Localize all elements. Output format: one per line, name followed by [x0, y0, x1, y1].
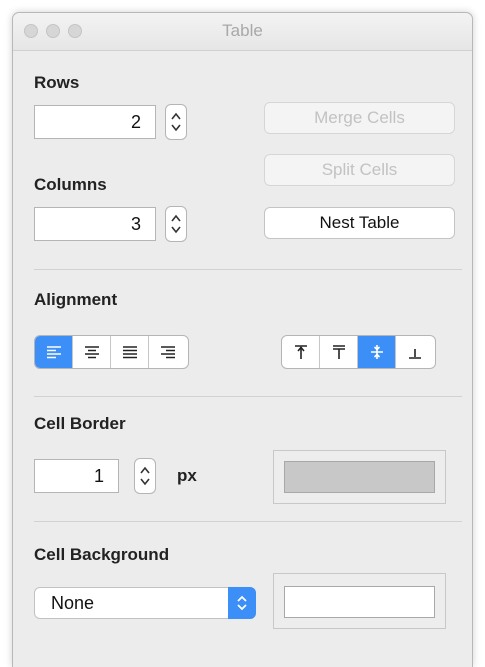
popup-arrows — [228, 587, 256, 619]
cell-background-selected: None — [51, 593, 95, 613]
split-cells-button[interactable]: Split Cells — [264, 154, 455, 186]
align-center-icon — [84, 346, 99, 359]
align-justify-icon — [122, 346, 137, 359]
columns-stepper[interactable] — [165, 206, 187, 242]
cell-border-stepper[interactable] — [134, 458, 156, 494]
window-title: Table — [222, 21, 263, 40]
columns-field[interactable]: 3 — [34, 207, 156, 241]
divider — [34, 521, 462, 522]
align-left-button[interactable] — [35, 336, 73, 368]
cell-background-popup[interactable]: None — [34, 587, 256, 619]
align-justify-button[interactable] — [111, 336, 149, 368]
horizontal-alignment-control — [34, 335, 189, 369]
align-baseline-icon — [332, 345, 345, 359]
align-middle-icon — [370, 345, 383, 359]
align-right-button[interactable] — [149, 336, 187, 368]
table-inspector-window: Table Rows 2 Columns 3 Merge Cells Split… — [12, 12, 473, 667]
vertical-alignment-control — [281, 335, 436, 369]
divider — [34, 396, 462, 397]
rows-label: Rows — [34, 73, 80, 92]
chevron-updown-icon — [237, 595, 247, 611]
merge-cells-button[interactable]: Merge Cells — [264, 102, 455, 134]
stepper-arrows-icon — [171, 214, 181, 234]
align-baseline-button[interactable] — [320, 336, 358, 368]
columns-label: Columns — [34, 175, 107, 194]
stepper-arrows-icon — [140, 466, 150, 486]
align-right-icon — [161, 346, 175, 359]
align-center-button[interactable] — [73, 336, 111, 368]
align-middle-button[interactable] — [358, 336, 396, 368]
align-bottom-button[interactable] — [396, 336, 434, 368]
title-bar[interactable]: Table — [13, 13, 472, 51]
cell-background-color-well[interactable] — [273, 573, 446, 629]
alignment-label: Alignment — [34, 290, 118, 309]
cell-background-color-swatch — [284, 586, 435, 618]
cell-border-label: Cell Border — [34, 414, 126, 433]
align-left-icon — [46, 346, 61, 359]
align-bottom-icon — [409, 349, 421, 359]
cell-border-color-well[interactable] — [273, 450, 446, 504]
cell-border-width-field[interactable]: 1 — [34, 459, 119, 493]
cell-border-color-swatch — [284, 461, 435, 493]
px-unit-label: px — [177, 466, 197, 485]
divider — [34, 269, 462, 270]
stepper-arrows-icon — [171, 112, 181, 132]
align-top-button[interactable] — [282, 336, 320, 368]
rows-field[interactable]: 2 — [34, 105, 156, 139]
nest-table-button[interactable]: Nest Table — [264, 207, 455, 239]
align-top-icon — [294, 345, 307, 359]
rows-stepper[interactable] — [165, 104, 187, 140]
cell-background-label: Cell Background — [34, 545, 170, 564]
